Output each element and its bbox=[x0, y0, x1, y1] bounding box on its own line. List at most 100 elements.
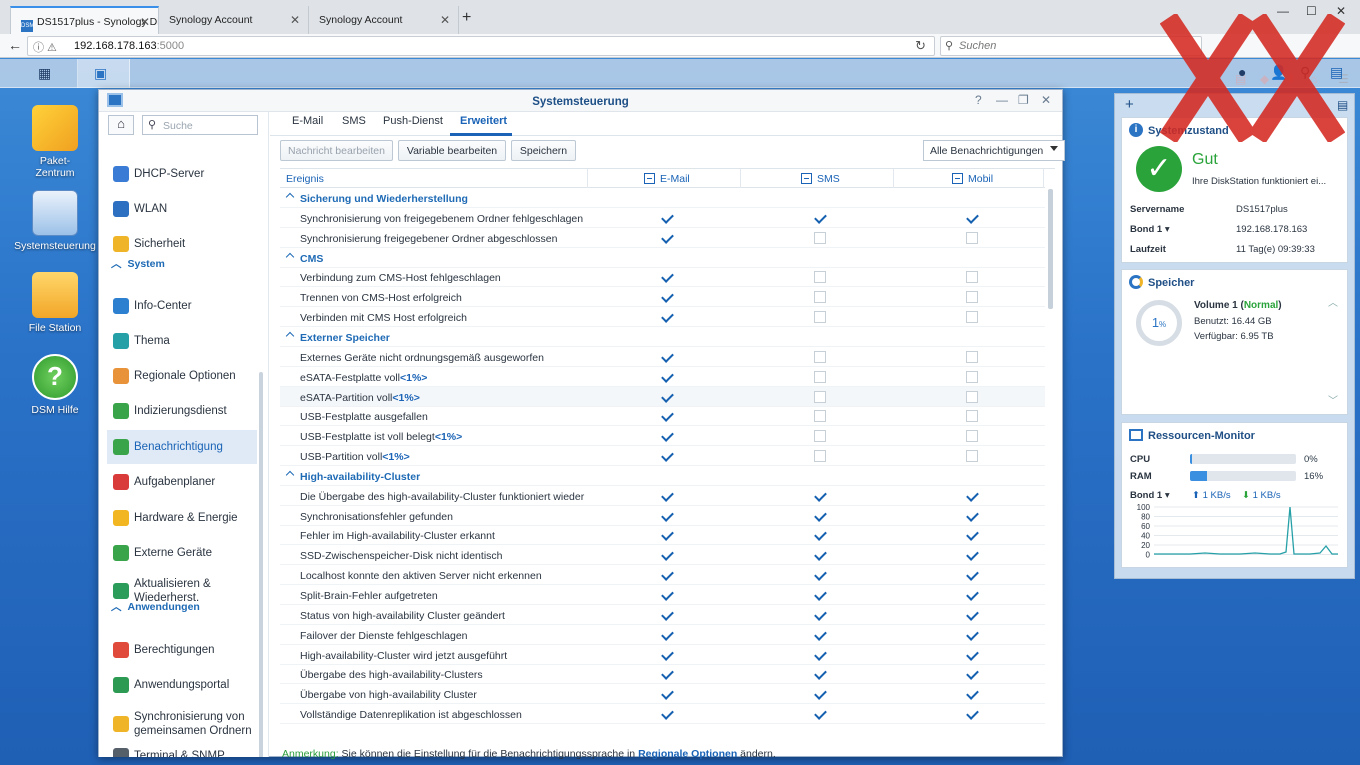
sms-checkbox[interactable] bbox=[814, 609, 826, 621]
edit-message-button[interactable]: Nachricht bearbeiten bbox=[280, 140, 393, 161]
minimize-icon[interactable]: — bbox=[996, 93, 1008, 107]
browser-search-input[interactable]: ⚲ Suchen bbox=[940, 36, 1202, 56]
sms-checkbox[interactable] bbox=[814, 529, 826, 541]
mobile-checkbox[interactable] bbox=[966, 688, 978, 700]
tab-sms[interactable]: SMS bbox=[342, 115, 366, 127]
mobile-checkbox[interactable] bbox=[966, 569, 978, 581]
email-checkbox[interactable] bbox=[661, 668, 673, 680]
sms-checkbox[interactable] bbox=[814, 430, 826, 443]
main-menu-button[interactable]: ▦ bbox=[15, 59, 78, 88]
email-checkbox[interactable] bbox=[661, 589, 673, 601]
sms-checkbox[interactable] bbox=[814, 410, 826, 423]
select-all-sms-checkbox[interactable] bbox=[801, 173, 812, 184]
regional-options-link[interactable]: Regionale Optionen bbox=[638, 748, 737, 760]
mobile-checkbox[interactable] bbox=[966, 450, 978, 463]
sidebar-item-indizierungsdienst[interactable]: Indizierungsdienst bbox=[107, 394, 257, 428]
mobile-checkbox[interactable] bbox=[966, 291, 978, 304]
table-group-row[interactable]: CMS bbox=[280, 248, 1045, 268]
table-group-row[interactable]: High-availability-Cluster bbox=[280, 466, 1045, 486]
chat-icon[interactable]: ● bbox=[1238, 64, 1246, 80]
chevron-up-icon[interactable] bbox=[285, 192, 295, 202]
sms-checkbox[interactable] bbox=[814, 271, 826, 284]
table-row[interactable]: USB-Partition voll<1%> bbox=[280, 446, 1045, 467]
mobile-checkbox[interactable] bbox=[966, 549, 978, 561]
tab-email[interactable]: E-Mail bbox=[292, 115, 323, 127]
desktop-paket-zentrum[interactable]: Paket- Zentrum bbox=[13, 105, 97, 179]
sms-checkbox[interactable] bbox=[814, 212, 826, 224]
sms-checkbox[interactable] bbox=[814, 629, 826, 641]
scroll-up-icon[interactable]: ︿ bbox=[1328, 294, 1338, 309]
mobile-checkbox[interactable] bbox=[966, 529, 978, 541]
reload-icon[interactable]: ↻ bbox=[915, 38, 926, 54]
help-icon[interactable]: ? bbox=[975, 93, 982, 107]
sms-checkbox[interactable] bbox=[814, 291, 826, 304]
chevron-up-icon[interactable] bbox=[285, 470, 295, 480]
mobile-checkbox[interactable] bbox=[966, 311, 978, 324]
browser-tab-account-2[interactable]: Synology Account ✕ bbox=[309, 6, 459, 34]
user-icon[interactable]: 👤 bbox=[1270, 64, 1287, 81]
desktop-dsm-hilfe[interactable]: ? DSM Hilfe bbox=[13, 354, 97, 416]
sms-checkbox[interactable] bbox=[814, 490, 826, 502]
email-checkbox[interactable] bbox=[661, 510, 673, 522]
table-row[interactable]: Übergabe des high-availability-Clusters bbox=[280, 664, 1045, 685]
sidebar-item-info-center[interactable]: Info-Center bbox=[107, 289, 257, 323]
sms-checkbox[interactable] bbox=[814, 231, 826, 244]
mobile-checkbox[interactable] bbox=[966, 410, 978, 423]
close-icon[interactable]: ✕ bbox=[1041, 93, 1051, 107]
table-row[interactable]: SSD-Zwischenspeicher-Disk nicht identisc… bbox=[280, 545, 1045, 566]
table-row[interactable]: Fehler im High-availability-Cluster erka… bbox=[280, 525, 1045, 546]
bond-selector[interactable]: Bond 1 ▾ bbox=[1130, 490, 1170, 501]
notification-filter-select[interactable]: Alle Benachrichtigungen bbox=[923, 140, 1065, 161]
mobile-checkbox[interactable] bbox=[966, 490, 978, 502]
table-row[interactable]: Übergabe von high-availability Cluster bbox=[280, 684, 1045, 705]
sidebar-scrollbar[interactable] bbox=[259, 372, 263, 757]
sms-checkbox[interactable] bbox=[814, 549, 826, 561]
table-row[interactable]: Localhost konnte den aktiven Server nich… bbox=[280, 565, 1045, 586]
email-checkbox[interactable] bbox=[661, 371, 673, 383]
email-checkbox[interactable] bbox=[661, 391, 673, 403]
sms-checkbox[interactable] bbox=[814, 668, 826, 680]
mobile-checkbox[interactable] bbox=[966, 212, 978, 224]
table-row[interactable]: USB-Festplatte ausgefallen bbox=[280, 406, 1045, 427]
sms-checkbox[interactable] bbox=[814, 311, 826, 324]
mobile-checkbox[interactable] bbox=[966, 609, 978, 621]
sidebar-item-terminal-snmp[interactable]: Terminal & SNMP bbox=[107, 739, 257, 757]
select-all-email-checkbox[interactable] bbox=[644, 173, 655, 184]
sms-checkbox[interactable] bbox=[814, 708, 826, 720]
desktop-file-station[interactable]: File Station bbox=[13, 272, 97, 334]
table-row[interactable]: Vollständige Datenreplikation ist abgesc… bbox=[280, 704, 1045, 725]
mobile-checkbox[interactable] bbox=[966, 708, 978, 720]
email-checkbox[interactable] bbox=[661, 629, 673, 641]
home-button[interactable]: ⌂ bbox=[108, 115, 134, 135]
url-field[interactable]: ⓘ ⚠ 192.168.178.163:5000 ↻ bbox=[27, 36, 935, 56]
table-row[interactable]: USB-Festplatte ist voll belegt<1%> bbox=[280, 426, 1045, 447]
sms-checkbox[interactable] bbox=[814, 649, 826, 661]
sidebar-search-input[interactable]: ⚲ Suche bbox=[142, 115, 258, 135]
sidebar-section-apps[interactable]: ︿ Anwendungen bbox=[111, 599, 200, 614]
minimize-window-icon[interactable]: — bbox=[1277, 4, 1289, 18]
table-group-row[interactable]: Externer Speicher bbox=[280, 327, 1045, 347]
table-row[interactable]: Synchronisierung freigegebener Ordner ab… bbox=[280, 228, 1045, 248]
mobile-checkbox[interactable] bbox=[966, 350, 978, 363]
sms-checkbox[interactable] bbox=[814, 390, 826, 403]
chevron-up-icon[interactable] bbox=[285, 331, 295, 341]
tab-push[interactable]: Push-Dienst bbox=[383, 115, 443, 127]
close-tab-icon[interactable]: ✕ bbox=[440, 13, 450, 27]
mobile-checkbox[interactable] bbox=[966, 271, 978, 284]
sms-checkbox[interactable] bbox=[814, 370, 826, 383]
email-checkbox[interactable] bbox=[661, 351, 673, 363]
sidebar-item-hardware-energie[interactable]: Hardware & Energie bbox=[107, 501, 257, 535]
close-tab-icon[interactable]: ✕ bbox=[290, 13, 300, 27]
sidebar-item-dhcp-server[interactable]: DHCP-Server bbox=[107, 157, 257, 191]
email-checkbox[interactable] bbox=[661, 549, 673, 561]
tab-erweitert[interactable]: Erweitert bbox=[460, 115, 507, 127]
email-checkbox[interactable] bbox=[661, 311, 673, 323]
table-row[interactable]: Status von high-availability Cluster geä… bbox=[280, 605, 1045, 625]
mobile-checkbox[interactable] bbox=[966, 589, 978, 601]
add-widget-icon[interactable]: + bbox=[1125, 96, 1134, 113]
save-button[interactable]: Speichern bbox=[511, 140, 576, 161]
widgets-icon[interactable]: ▤ bbox=[1330, 64, 1343, 81]
sms-checkbox[interactable] bbox=[814, 589, 826, 601]
email-checkbox[interactable] bbox=[661, 430, 673, 442]
email-checkbox[interactable] bbox=[661, 450, 673, 462]
